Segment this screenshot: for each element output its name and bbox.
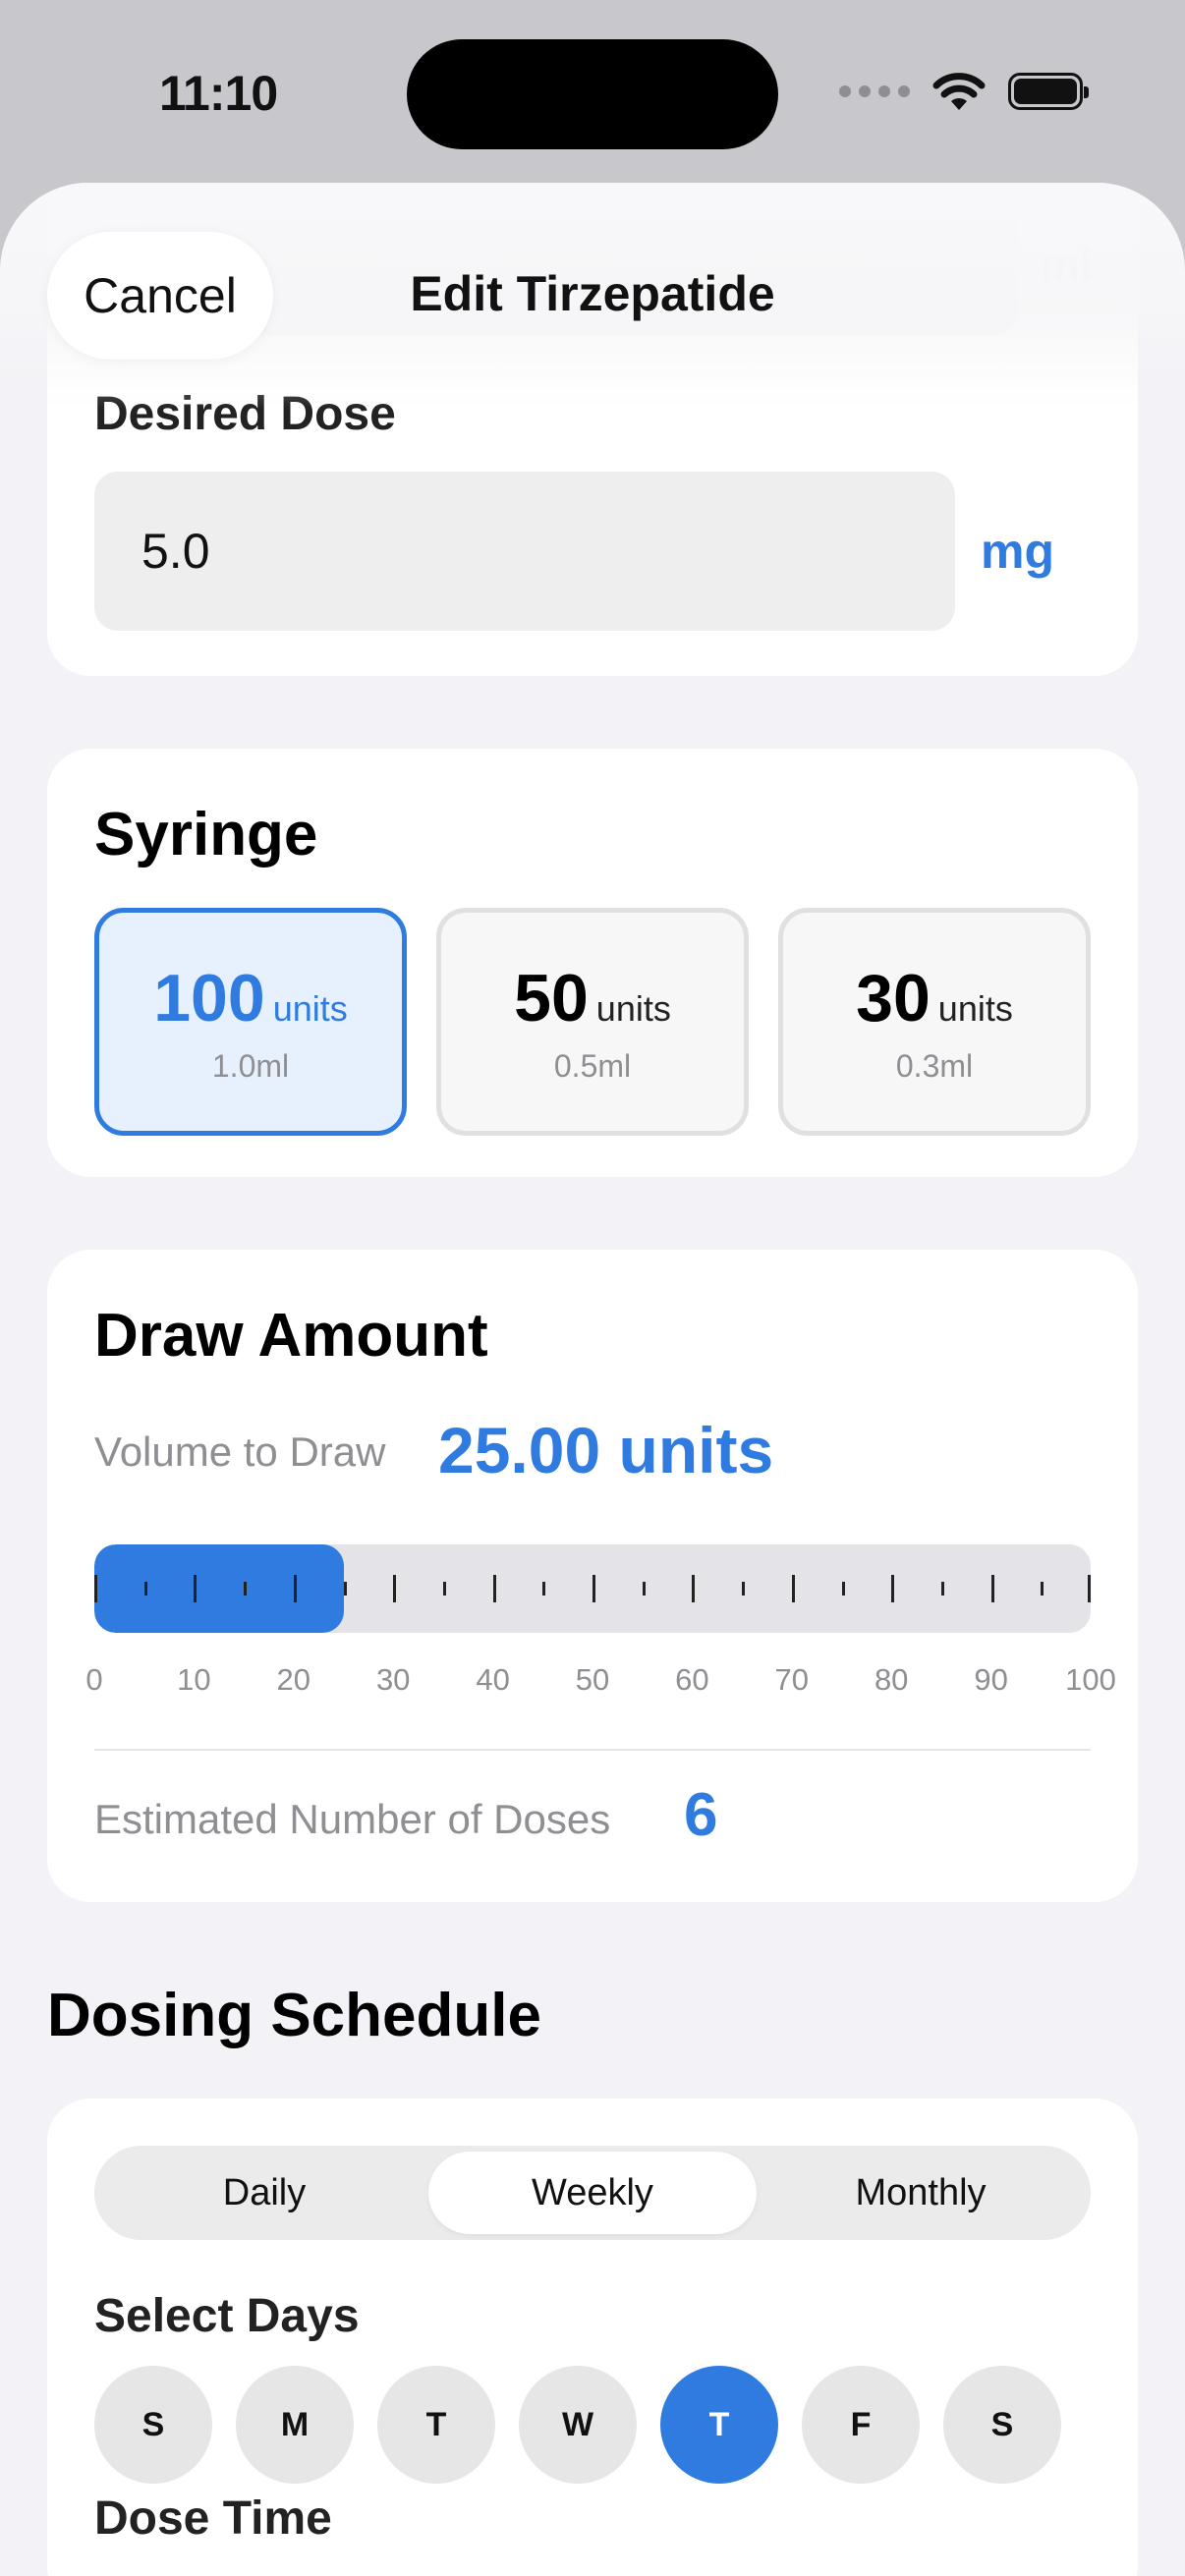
syringe-unit-label: units — [937, 987, 1013, 1029]
scale-label: 20 — [276, 1662, 311, 1697]
syringe-unit-label: units — [272, 987, 348, 1029]
day-wednesday[interactable]: W — [519, 2366, 637, 2484]
dosing-schedule-heading: Dosing Schedule — [47, 1982, 541, 2049]
scale-label: 30 — [375, 1662, 411, 1697]
dynamic-island — [407, 39, 778, 149]
syringe-card: Syringe 100 units 1.0ml 50 units 0.5ml 30 u… — [47, 749, 1138, 1177]
scale-major-tick — [990, 1575, 994, 1602]
scale-label: 50 — [575, 1662, 610, 1697]
syringe-option-30[interactable]: 30 units 0.3ml — [778, 908, 1091, 1136]
edit-sheet: ml Desired Dose mg Cancel Edit Tirzepati… — [0, 183, 1185, 2576]
frequency-weekly[interactable]: Weekly — [428, 2152, 757, 2234]
syringe-gauge[interactable] — [94, 1544, 1091, 1633]
syringe-volume: 0.5ml — [553, 1047, 632, 1084]
scale-label: 90 — [974, 1662, 1008, 1697]
status-icons — [839, 71, 1089, 112]
scale-minor-tick — [841, 1582, 845, 1596]
scale-major-tick — [1088, 1575, 1091, 1602]
wifi-icon — [932, 73, 986, 110]
scale-major-tick — [194, 1575, 198, 1602]
scale-major-tick — [791, 1575, 795, 1602]
cellular-icon — [839, 85, 910, 97]
scale-label: 0 — [85, 1662, 103, 1697]
syringe-title: Syringe — [94, 801, 318, 868]
scale-label: 100 — [1065, 1662, 1116, 1697]
day-monday[interactable]: M — [236, 2366, 354, 2484]
volume-to-draw-value: 25.00 units — [438, 1414, 774, 1486]
battery-icon — [1008, 73, 1089, 110]
scale-label: 40 — [476, 1662, 510, 1697]
scale-minor-tick — [940, 1582, 944, 1596]
syringe-gauge-fill — [94, 1544, 344, 1633]
day-saturday[interactable]: S — [943, 2366, 1061, 2484]
status-time: 11:10 — [159, 66, 278, 121]
syringe-units: 100 — [153, 960, 265, 1036]
scale-major-tick — [592, 1575, 595, 1602]
syringe-volume: 1.0ml — [211, 1047, 290, 1084]
scale-minor-tick — [244, 1582, 248, 1596]
scale-major-tick — [94, 1575, 97, 1602]
estimated-doses-label: Estimated Number of Doses — [94, 1796, 611, 1842]
divider — [94, 1749, 1091, 1751]
draw-amount-card: Draw Amount Volume to Draw 25.00 units 0… — [47, 1250, 1138, 1902]
syringe-unit-label: units — [595, 987, 671, 1029]
day-tuesday[interactable]: T — [377, 2366, 495, 2484]
draw-amount-title: Draw Amount — [94, 1302, 488, 1370]
desired-dose-input[interactable] — [94, 472, 955, 631]
dosing-schedule-card: Daily Weekly Monthly Select Days S M T W… — [47, 2099, 1138, 2576]
sheet-title: Edit Tirzepatide — [410, 266, 775, 321]
estimated-doses-value: 6 — [684, 1781, 718, 1849]
scale-minor-tick — [742, 1582, 746, 1596]
frequency-monthly[interactable]: Monthly — [757, 2152, 1085, 2234]
scale-minor-tick — [143, 1582, 147, 1596]
syringe-option-50[interactable]: 50 units 0.5ml — [436, 908, 749, 1136]
volume-to-draw-label: Volume to Draw — [94, 1428, 386, 1475]
scale-minor-tick — [542, 1582, 546, 1596]
syringe-units: 30 — [856, 960, 931, 1036]
syringe-option-100[interactable]: 100 units 1.0ml — [94, 908, 407, 1136]
scale-label: 70 — [774, 1662, 810, 1697]
scale-minor-tick — [343, 1582, 347, 1596]
syringe-units: 50 — [514, 960, 589, 1036]
scale-minor-tick — [442, 1582, 446, 1596]
scale-major-tick — [393, 1575, 397, 1602]
frequency-daily[interactable]: Daily — [100, 2152, 428, 2234]
scale-label: 60 — [675, 1662, 709, 1697]
dose-unit-button[interactable]: mg — [981, 523, 1054, 580]
scale-major-tick — [891, 1575, 895, 1602]
day-thursday[interactable]: T — [660, 2366, 778, 2484]
scale-major-tick — [692, 1575, 696, 1602]
scale-major-tick — [492, 1575, 496, 1602]
scale-minor-tick — [642, 1582, 646, 1596]
day-sunday[interactable]: S — [94, 2366, 212, 2484]
dose-time-label: Dose Time — [94, 2492, 332, 2545]
scale-minor-tick — [1041, 1582, 1044, 1596]
scale-label: 80 — [874, 1662, 909, 1697]
syringe-volume: 0.3ml — [895, 1047, 974, 1084]
select-days-label: Select Days — [94, 2290, 360, 2342]
scale-label: 10 — [177, 1662, 211, 1697]
day-friday[interactable]: F — [802, 2366, 920, 2484]
scale-major-tick — [293, 1575, 297, 1602]
frequency-segmented-control: Daily Weekly Monthly — [94, 2146, 1091, 2240]
